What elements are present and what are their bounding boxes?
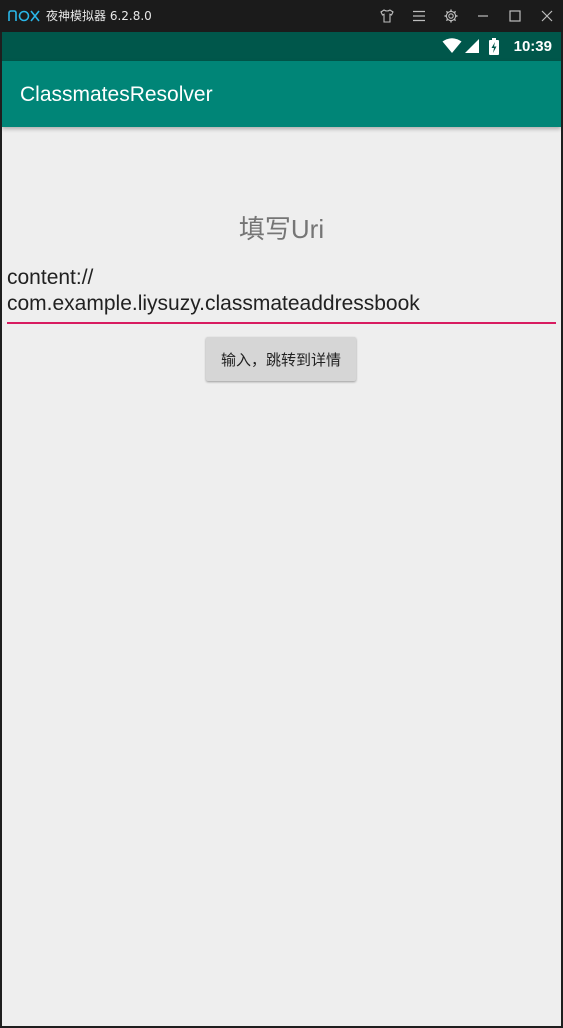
menu-icon[interactable] [409,6,429,26]
app-bar: ClassmatesResolver [2,61,561,127]
status-bar: 10:39 [2,32,561,61]
signal-icon [465,39,479,53]
close-icon[interactable] [537,6,557,26]
wifi-icon [442,38,462,53]
settings-icon[interactable] [441,6,461,26]
uri-input-value[interactable]: content:// com.example.liysuzy.classmate… [7,264,556,317]
device-screen: 10:39 ClassmatesResolver 填写Uri content:/… [2,32,561,1026]
status-time: 10:39 [513,38,552,55]
minimize-icon[interactable] [473,6,493,26]
jump-to-detail-button[interactable]: 输入，跳转到详情 [206,337,356,381]
emulator-title: 夜神模拟器 6.2.8.0 [46,9,152,23]
page-heading: 填写Uri [238,214,325,244]
nox-logo-icon [8,10,40,22]
maximize-icon[interactable] [505,6,525,26]
emulator-title-bar: 夜神模拟器 6.2.8.0 [0,0,563,32]
uri-input[interactable]: content:// com.example.liysuzy.classmate… [7,264,556,324]
shirt-icon[interactable] [377,6,397,26]
app-title: ClassmatesResolver [20,83,213,106]
battery-charging-icon [489,38,499,55]
